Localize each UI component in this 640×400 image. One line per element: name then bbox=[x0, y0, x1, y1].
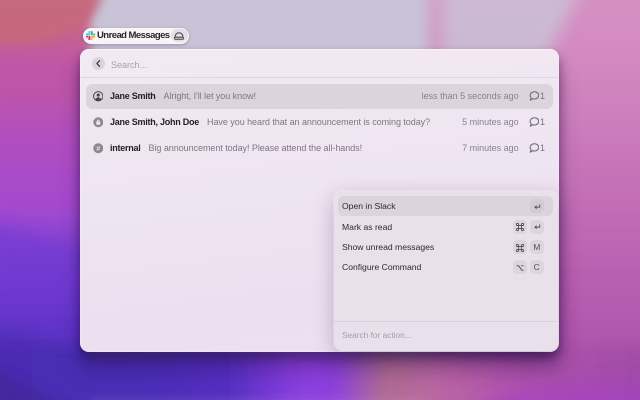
svg-text:#: # bbox=[96, 146, 100, 153]
